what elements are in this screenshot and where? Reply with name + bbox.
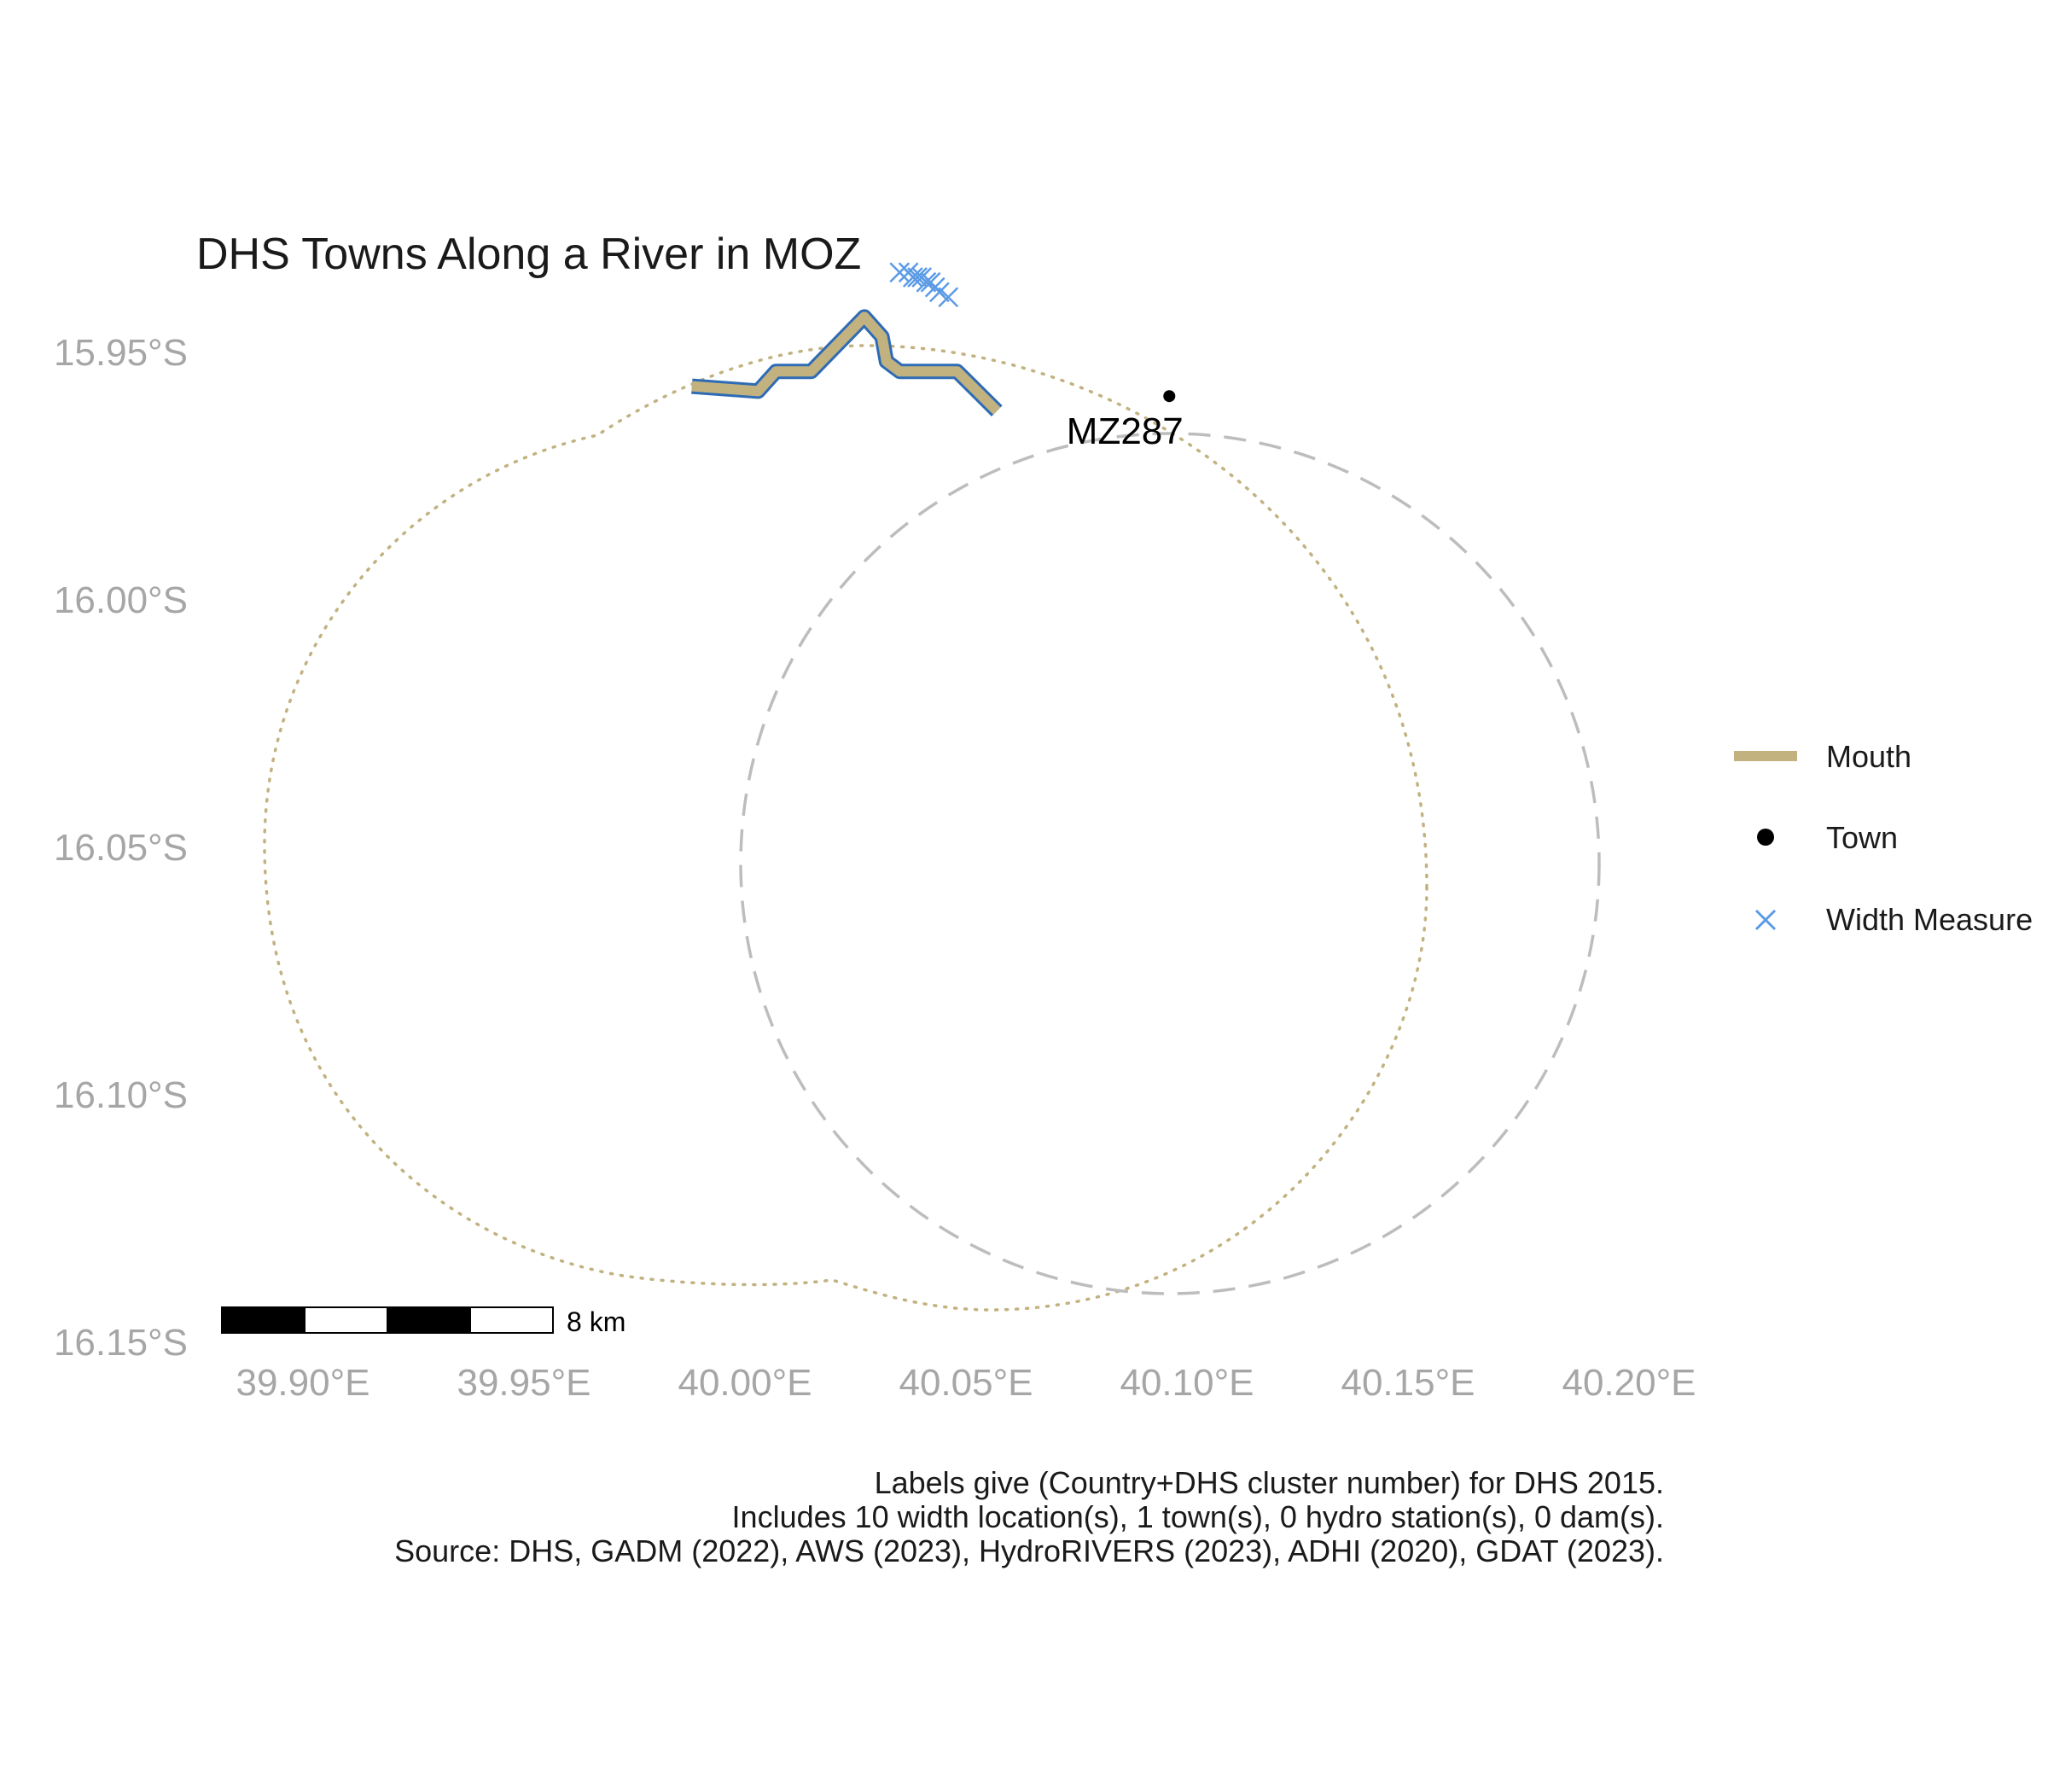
- scale-bar: 8 km: [221, 1306, 625, 1337]
- width-measure-point: [938, 287, 959, 308]
- x-tick-label: 39.90°E: [236, 1362, 369, 1404]
- legend-item-mouth: Mouth: [1734, 739, 1911, 774]
- dotted-buffer-outline: [263, 344, 1428, 1312]
- map-title: DHS Towns Along a River in MOZ: [196, 230, 861, 279]
- town-point: [1163, 390, 1176, 403]
- x-tick-label: 40.15°E: [1341, 1362, 1475, 1404]
- legend: Mouth Town Width Measure: [1734, 739, 2033, 937]
- legend-item-width-measure: Width Measure: [1754, 902, 2033, 937]
- caption: Labels give (Country+DHS cluster number)…: [394, 1465, 1664, 1568]
- legend-label: Town: [1826, 820, 1898, 855]
- x-tick-label: 40.05°E: [899, 1362, 1033, 1404]
- legend-item-town: Town: [1757, 820, 1898, 855]
- cross-icon: [1754, 909, 1777, 931]
- dashed-buffer-outline: [739, 432, 1601, 1295]
- town-dot-icon: [1757, 829, 1774, 846]
- x-tick-label: 40.20°E: [1562, 1362, 1696, 1404]
- y-tick-label: 16.10°S: [54, 1074, 188, 1116]
- y-axis-ticks: 15.95°S 16.00°S 16.05°S 16.10°S 16.15°S: [54, 332, 188, 1364]
- town-layer: MZ287: [1067, 390, 1184, 452]
- river-mouth-layer: [691, 309, 1003, 416]
- y-tick-label: 16.15°S: [54, 1322, 188, 1364]
- legend-label: Width Measure: [1826, 902, 2033, 937]
- town-label: MZ287: [1067, 410, 1184, 452]
- map-figure: DHS Towns Along a River in MOZ 15.95°S 1…: [54, 230, 2033, 1568]
- caption-line: Includes 10 width location(s), 1 town(s)…: [732, 1499, 1664, 1534]
- x-tick-label: 40.00°E: [678, 1362, 812, 1404]
- x-tick-label: 39.95°E: [457, 1362, 591, 1404]
- width-measure-layer: [889, 262, 959, 308]
- caption-line: Labels give (Country+DHS cluster number)…: [875, 1465, 1664, 1500]
- y-tick-label: 16.05°S: [54, 827, 188, 869]
- x-axis-ticks: 39.90°E 39.95°E 40.00°E 40.05°E 40.10°E …: [236, 1362, 1696, 1404]
- y-tick-label: 16.00°S: [54, 579, 188, 621]
- caption-line: Source: DHS, GADM (2022), AWS (2023), Hy…: [394, 1533, 1664, 1568]
- width-measure-point: [902, 267, 923, 288]
- y-tick-label: 15.95°S: [54, 332, 188, 374]
- width-measure-point: [889, 262, 911, 283]
- x-tick-label: 40.10°E: [1120, 1362, 1254, 1404]
- legend-label: Mouth: [1826, 739, 1911, 774]
- scale-bar-label: 8 km: [567, 1306, 625, 1337]
